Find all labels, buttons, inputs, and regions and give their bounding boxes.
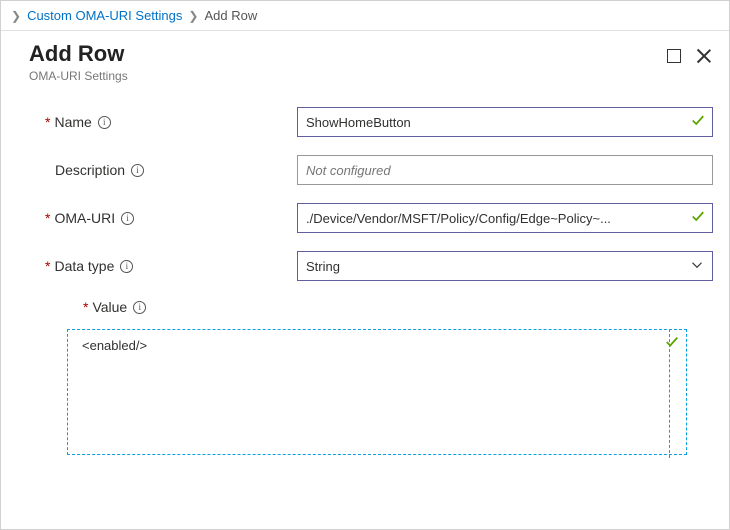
required-marker: * (45, 114, 50, 130)
value-label: Value (92, 299, 127, 315)
oma-uri-label: OMA-URI (54, 210, 115, 226)
info-icon[interactable]: i (133, 301, 146, 314)
oma-uri-input[interactable]: ./Device/Vendor/MSFT/Policy/Config/Edge~… (297, 203, 713, 233)
chevron-right-icon: ❯ (5, 9, 27, 23)
value-textarea[interactable] (67, 329, 687, 455)
restore-window-icon[interactable] (667, 49, 681, 63)
description-label: Description (55, 162, 125, 178)
info-icon[interactable]: i (120, 260, 133, 273)
info-icon[interactable]: i (121, 212, 134, 225)
breadcrumb-current: Add Row (204, 8, 257, 23)
required-marker: * (45, 210, 50, 226)
chevron-right-icon: ❯ (182, 9, 204, 23)
check-icon (665, 335, 679, 352)
required-marker: * (83, 299, 88, 315)
page-subtitle: OMA-URI Settings (29, 69, 667, 83)
data-type-label: Data type (54, 258, 114, 274)
close-icon[interactable] (695, 47, 713, 65)
breadcrumb-link-custom-oma-uri[interactable]: Custom OMA-URI Settings (27, 8, 182, 23)
info-icon[interactable]: i (98, 116, 111, 129)
name-label: Name (54, 114, 91, 130)
description-input[interactable]: Not configured (297, 155, 713, 185)
page-title: Add Row (29, 41, 667, 67)
required-marker: * (45, 258, 50, 274)
name-input[interactable]: ShowHomeButton (297, 107, 713, 137)
data-type-select[interactable]: String (297, 251, 713, 281)
info-icon[interactable]: i (131, 164, 144, 177)
breadcrumb: ❯ Custom OMA-URI Settings ❯ Add Row (1, 1, 729, 31)
